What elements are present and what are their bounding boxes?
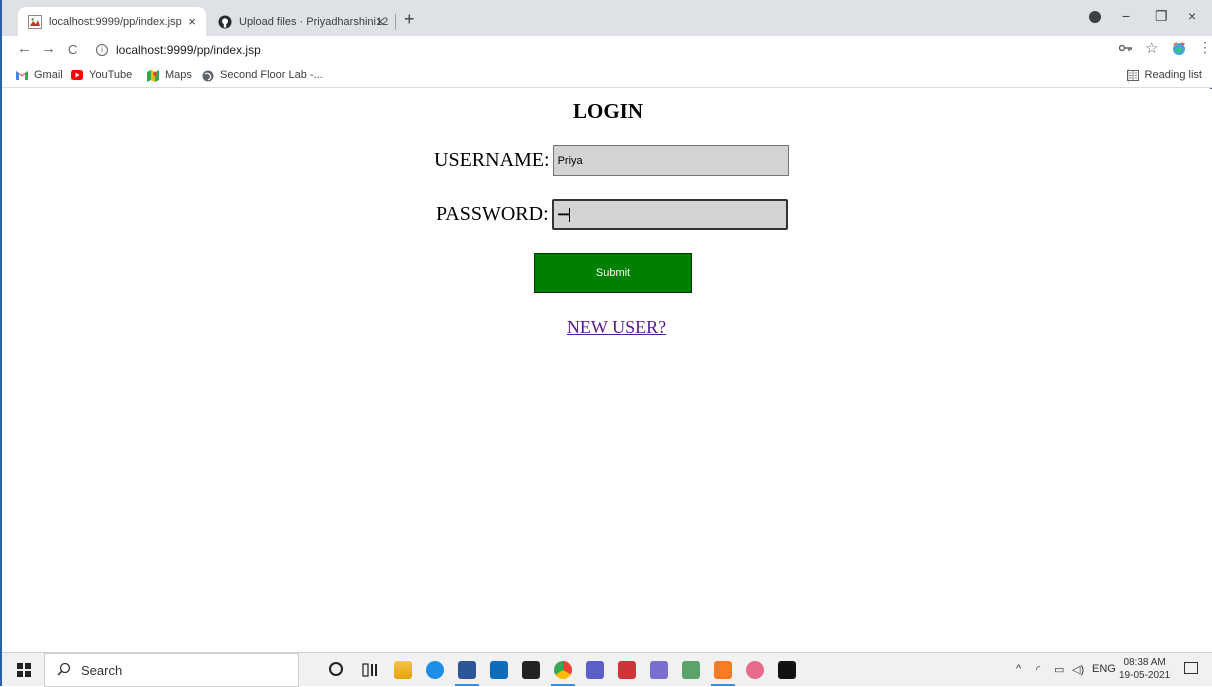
search-icon (57, 662, 71, 679)
file-explorer-icon[interactable] (394, 661, 412, 679)
youtube-icon (71, 70, 83, 80)
store-icon[interactable] (522, 661, 540, 679)
taskbar-search-box[interactable]: Search (44, 653, 299, 687)
submit-button[interactable]: Submit (534, 253, 692, 293)
maps-icon (147, 70, 159, 82)
gmail-icon (16, 70, 28, 80)
acrobat-icon[interactable] (618, 661, 636, 679)
page-title: LOGIN (572, 99, 643, 123)
back-button[interactable]: ← (17, 40, 32, 57)
tab-localhost[interactable]: localhost:9999/pp/index.jsp × (18, 7, 206, 36)
username-value: Priya (557, 154, 583, 167)
forward-button[interactable]: → (41, 40, 56, 57)
wifi-icon[interactable]: ◜ (1036, 663, 1040, 676)
reading-list-button[interactable]: Reading list (1126, 69, 1202, 81)
battery-icon[interactable]: ▭ (1054, 663, 1064, 676)
bookmark-label: Gmail (34, 69, 63, 81)
clock-time: 08:38 AM (1123, 657, 1166, 668)
close-window-button[interactable]: × (1188, 8, 1196, 24)
clock[interactable]: 08:38 AM 19-05-2021 (1119, 656, 1170, 682)
language-indicator[interactable]: ENG (1092, 663, 1116, 675)
bookmark-label: Second Floor Lab -... (220, 69, 323, 81)
notifications-icon[interactable] (1184, 662, 1198, 674)
username-row: USERNAME: Priya (434, 145, 789, 176)
command-prompt-icon[interactable] (778, 661, 796, 679)
windows-taskbar: Search ^ ◜ ▭ ◁) ENG 08:38 AM 19-05-2021 (2, 652, 1212, 687)
new-tab-button[interactable]: + (404, 9, 415, 30)
address-bar[interactable]: i localhost:9999/pp/index.jsp (96, 39, 261, 61)
username-input[interactable]: Priya (552, 145, 789, 176)
text-caret (569, 207, 571, 222)
cortana-icon[interactable] (329, 662, 343, 676)
reload-button[interactable]: C (68, 42, 77, 57)
restore-button[interactable]: ❐ (1155, 8, 1168, 25)
clock-date: 19-05-2021 (1119, 670, 1171, 681)
username-label: USERNAME: (434, 149, 550, 171)
mail-icon[interactable] (490, 661, 508, 679)
windows-start-icon[interactable] (17, 663, 31, 677)
close-tab-icon[interactable]: × (376, 14, 384, 29)
edge-icon[interactable] (426, 661, 444, 679)
word-icon[interactable] (458, 661, 476, 679)
bookmarks-bar: Gmail YouTube Maps Second Floor Lab -... (2, 64, 1212, 88)
key-icon[interactable] (1118, 41, 1133, 56)
password-value: •••••• (557, 210, 570, 219)
profile-circle-icon[interactable] (1089, 11, 1101, 23)
task-view-icon[interactable] (362, 662, 378, 683)
bookmark-youtube[interactable]: YouTube (71, 69, 132, 81)
browser-toolbar: ← → C i localhost:9999/pp/index.jsp ☆ ⋮ (2, 36, 1212, 64)
bookmark-label: Maps (165, 69, 192, 81)
tab-strip: localhost:9999/pp/index.jsp × Upload fil… (2, 0, 1212, 36)
page-content: LOGIN USERNAME: Priya PASSWORD: •••••• S… (4, 89, 1212, 652)
paint-icon[interactable] (682, 661, 700, 679)
github-icon (218, 15, 232, 29)
bookmark-maps[interactable]: Maps (147, 69, 192, 82)
browser-window: localhost:9999/pp/index.jsp × Upload fil… (0, 0, 1212, 687)
volume-icon[interactable]: ◁) (1072, 663, 1084, 676)
globe-icon (202, 70, 214, 82)
xampp-icon[interactable] (714, 661, 732, 679)
address-text: localhost:9999/pp/index.jsp (116, 43, 261, 57)
bookmark-second-floor-lab[interactable]: Second Floor Lab -... (202, 69, 323, 82)
bookmark-gmail[interactable]: Gmail (16, 69, 63, 81)
search-placeholder: Search (81, 662, 123, 678)
reading-list-label: Reading list (1144, 69, 1202, 81)
tab-title: Upload files · Priyadharshini1234 (239, 15, 389, 28)
reading-list-icon (1126, 69, 1139, 81)
new-user-link[interactable]: NEW USER? (4, 317, 1212, 338)
tab-github-upload[interactable]: Upload files · Priyadharshini1234 × (208, 7, 394, 36)
teams-icon[interactable] (586, 661, 604, 679)
snipping-tool-icon[interactable] (746, 661, 764, 679)
bookmark-label: YouTube (89, 69, 133, 81)
extension-icon[interactable] (1170, 40, 1188, 59)
chrome-icon[interactable] (554, 661, 572, 679)
password-input[interactable]: •••••• (551, 199, 788, 230)
password-label: PASSWORD: (436, 203, 549, 225)
chevron-up-icon[interactable]: ^ (1016, 663, 1021, 675)
page-favicon-icon (28, 14, 42, 29)
remote-desktop-icon[interactable] (650, 661, 668, 679)
tab-title: localhost:9999/pp/index.jsp (49, 15, 182, 28)
submit-label: Submit (595, 267, 631, 279)
close-tab-icon[interactable]: × (188, 14, 196, 29)
tab-separator (395, 14, 396, 30)
more-menu-icon[interactable]: ⋮ (1198, 39, 1212, 56)
password-row: PASSWORD: •••••• (436, 199, 788, 230)
site-info-icon[interactable]: i (96, 44, 108, 56)
bookmark-star-icon[interactable]: ☆ (1145, 39, 1158, 57)
minimize-button[interactable]: − (1122, 8, 1130, 24)
